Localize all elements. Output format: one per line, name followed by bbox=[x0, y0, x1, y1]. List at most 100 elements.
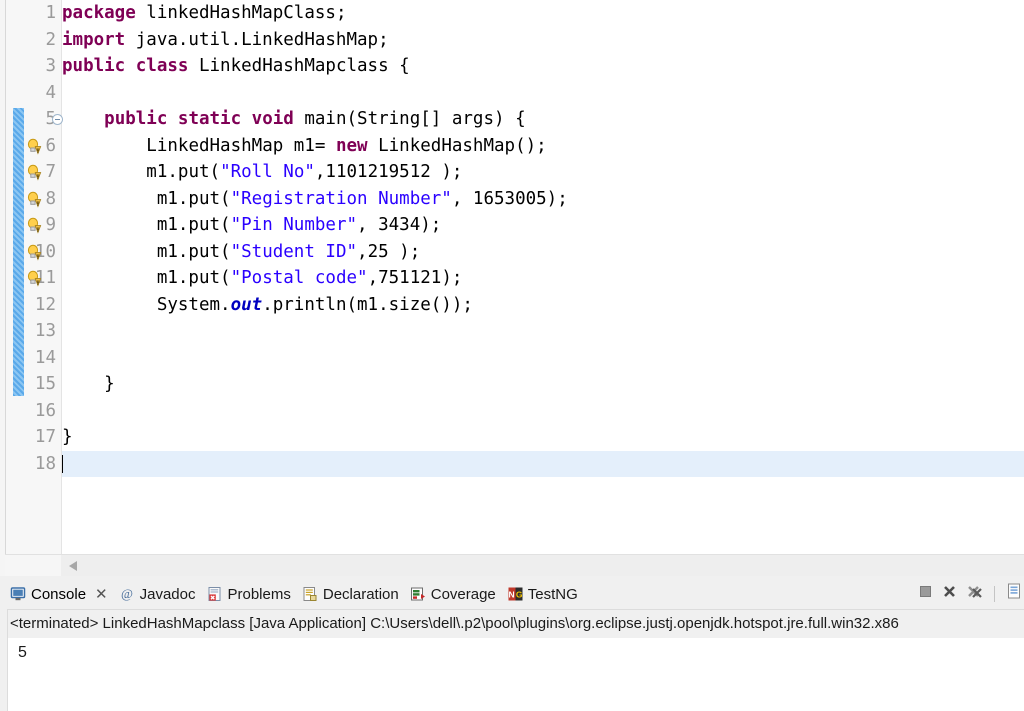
code-token: m1= bbox=[283, 135, 336, 156]
line-number: 14 bbox=[34, 347, 56, 368]
panel-tab-label: Coverage bbox=[430, 585, 496, 603]
code-area[interactable]: package linkedHashMapClass; import java.u… bbox=[62, 0, 1024, 554]
console-icon bbox=[10, 586, 26, 602]
toolbar-separator bbox=[994, 585, 995, 602]
code-token: public class bbox=[62, 56, 189, 76]
panel-tab-bar: Console ✕ @ Javadoc Problems Declaration … bbox=[0, 581, 1024, 609]
svg-text:@: @ bbox=[121, 586, 133, 601]
line-number: 13 bbox=[34, 321, 56, 341]
line-number: 3 bbox=[45, 56, 56, 76]
svg-text:G: G bbox=[516, 590, 523, 600]
code-line[interactable]: } bbox=[62, 424, 1024, 451]
code-line[interactable]: import java.util.LinkedHashMap; bbox=[62, 27, 1024, 54]
panel-tab-coverage[interactable]: Coverage bbox=[408, 581, 505, 607]
code-line[interactable] bbox=[62, 345, 1024, 372]
code-line[interactable]: package linkedHashMapClass; bbox=[62, 0, 1024, 27]
code-token: m1.put bbox=[156, 241, 221, 262]
gutter-overlay: 123456 7 8 9 10 11 12 13 14 15 16 17 18 bbox=[6, 0, 63, 554]
code-line[interactable] bbox=[62, 80, 1024, 107]
code-token: "Registration Number" bbox=[230, 188, 452, 209]
panel-tab-declaration[interactable]: Declaration bbox=[300, 581, 408, 607]
testng-icon: N G bbox=[507, 586, 523, 602]
terminate-icon[interactable] bbox=[918, 584, 933, 604]
line-number: 2 bbox=[45, 29, 56, 50]
editor-horizontal-scrollbar[interactable] bbox=[5, 554, 1024, 576]
code-line[interactable]: m1.put("Postal code",751121); bbox=[62, 265, 1024, 292]
panel-tab-console[interactable]: Console ✕ bbox=[8, 581, 117, 607]
code-line[interactable]: m1.put("Registration Number", 1653005); bbox=[62, 186, 1024, 213]
code-line[interactable]: public static void main(String[] args) { bbox=[62, 106, 1024, 133]
code-token: m1.put bbox=[156, 215, 221, 235]
console-view[interactable]: <terminated> LinkedHashMapclass [Java Ap… bbox=[8, 609, 1024, 711]
code-line[interactable]: LinkedHashMap m1= new LinkedHashMap(); bbox=[62, 133, 1024, 160]
close-icon[interactable]: ✕ bbox=[95, 587, 108, 602]
console-toolbar[interactable] bbox=[918, 583, 1024, 604]
code-token: , 3434); bbox=[357, 215, 442, 235]
code-token: main(String[] args) { bbox=[293, 109, 526, 129]
text-caret bbox=[62, 454, 63, 473]
line-number: 4 bbox=[45, 82, 56, 103]
code-token: ( bbox=[220, 188, 231, 209]
scroll-left-arrow-icon[interactable] bbox=[69, 561, 77, 571]
code-token: LinkedHashMapclass { bbox=[188, 56, 410, 76]
panel-tab-problems[interactable]: Problems bbox=[205, 581, 300, 607]
code-token: ,751121); bbox=[367, 268, 463, 288]
code-token: java.util.LinkedHashMap; bbox=[125, 29, 389, 50]
code-token: } bbox=[62, 374, 115, 394]
code-token: , 1653005); bbox=[451, 188, 568, 209]
panel-tab-label: Declaration bbox=[322, 585, 399, 603]
code-token: package bbox=[62, 3, 136, 23]
panel-tab-testng[interactable]: N G TestNG bbox=[505, 581, 587, 607]
code-line[interactable]: m1.put("Student ID",25 ); bbox=[62, 239, 1024, 266]
code-token: m1.put bbox=[156, 268, 221, 288]
warning-marker-icon[interactable] bbox=[26, 244, 43, 261]
warning-marker-icon[interactable] bbox=[26, 191, 43, 208]
code-token: ( bbox=[209, 162, 221, 182]
code-token: LinkedHashMap bbox=[146, 135, 284, 156]
code-line[interactable]: m1.put("Pin Number", 3434); bbox=[62, 212, 1024, 239]
code-token: linkedHashMapClass; bbox=[135, 3, 347, 23]
panel-tabs[interactable]: Console ✕ @ Javadoc Problems Declaration … bbox=[8, 581, 587, 607]
code-token: LinkedHashMap bbox=[378, 135, 516, 156]
coverage-icon bbox=[410, 586, 426, 602]
open-console-icon[interactable] bbox=[1006, 583, 1022, 604]
code-token: ( bbox=[220, 215, 231, 235]
code-line[interactable]: m1.put("Roll No",1101219512 ); bbox=[62, 159, 1024, 186]
java-editor[interactable]: package linkedHashMapClass; import java.u… bbox=[0, 0, 1024, 576]
code-token: "Student ID" bbox=[230, 241, 358, 262]
panel-tab-javadoc[interactable]: @ Javadoc bbox=[117, 581, 205, 607]
code-token: public static void bbox=[104, 109, 294, 129]
panel-left-edge bbox=[0, 609, 8, 711]
panel-tab-label: TestNG bbox=[527, 585, 578, 603]
warning-marker-icon[interactable] bbox=[26, 270, 43, 287]
panel-tab-label: Console bbox=[31, 585, 87, 603]
code-line[interactable]: public class LinkedHashMapclass { bbox=[62, 53, 1024, 80]
eclipse-ide-window: package linkedHashMapClass; import java.u… bbox=[0, 0, 1024, 711]
code-line[interactable]: System.out.println(m1.size()); bbox=[62, 292, 1024, 319]
warning-marker-icon[interactable] bbox=[26, 138, 43, 155]
svg-text:N: N bbox=[508, 590, 514, 600]
code-token: "Pin Number" bbox=[230, 215, 358, 235]
code-token: (); bbox=[515, 135, 547, 156]
warning-marker-icon[interactable] bbox=[26, 217, 43, 234]
code-line[interactable] bbox=[62, 318, 1024, 345]
code-line[interactable] bbox=[62, 398, 1024, 425]
code-line-current[interactable] bbox=[62, 450, 1024, 477]
code-line[interactable]: } bbox=[62, 371, 1024, 398]
scrollbar-track[interactable] bbox=[61, 555, 1024, 576]
remove-launch-icon[interactable] bbox=[942, 584, 957, 604]
line-number: 5 bbox=[45, 109, 56, 129]
line-number: 16 bbox=[34, 400, 56, 421]
warning-marker-icon[interactable] bbox=[26, 164, 43, 181]
remove-all-terminated-icon[interactable] bbox=[966, 584, 983, 604]
fold-collapse-icon[interactable] bbox=[52, 114, 63, 125]
panel-tab-label: Javadoc bbox=[139, 585, 196, 603]
code-token: m1.put bbox=[156, 188, 221, 209]
line-number: 18 bbox=[34, 453, 56, 474]
line-number: 1 bbox=[45, 3, 56, 23]
code-token: "Postal code" bbox=[230, 268, 368, 288]
